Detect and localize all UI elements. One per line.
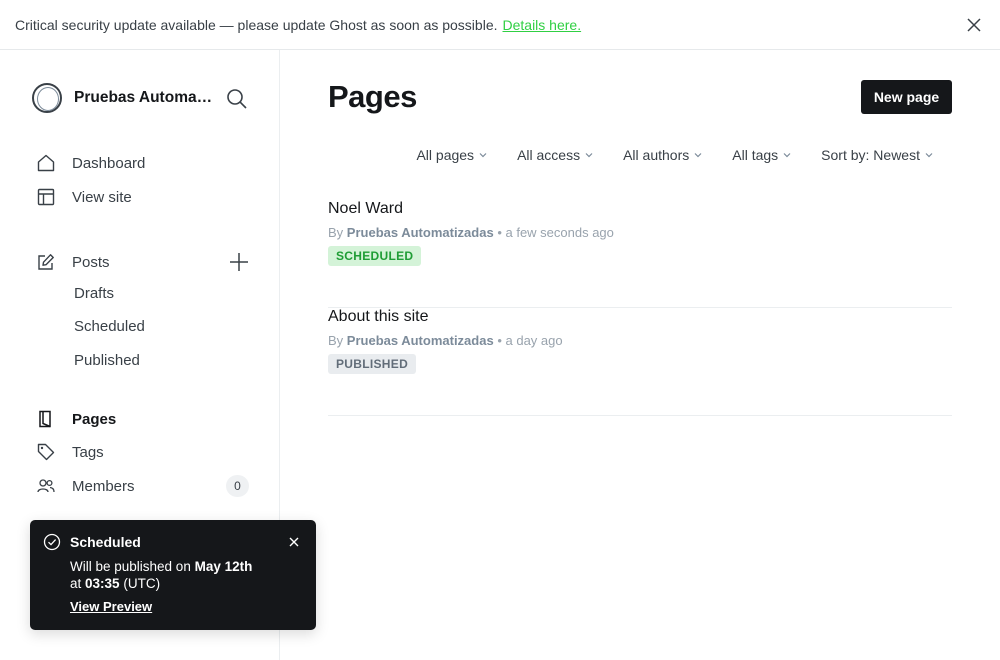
- toast-time: 03:35: [85, 576, 120, 591]
- nav-members[interactable]: Members: [36, 474, 252, 498]
- home-icon: [36, 153, 56, 173]
- members-icon: [36, 476, 56, 496]
- page-item-meta: By Pruebas Automatizadas • a day ago: [328, 333, 563, 348]
- close-icon[interactable]: [964, 15, 984, 35]
- nav-label: Dashboard: [72, 154, 146, 172]
- nav-drafts[interactable]: Drafts: [74, 285, 114, 307]
- toast-title: Scheduled: [70, 534, 141, 550]
- page-item-title: Noel Ward: [328, 200, 403, 217]
- page-item-title: About this site: [328, 308, 429, 325]
- close-icon[interactable]: [286, 534, 302, 550]
- chevron-down-icon: [925, 151, 933, 159]
- nav-scheduled[interactable]: Scheduled: [74, 318, 145, 340]
- nav-label: Members: [72, 477, 135, 495]
- filter-label: All pages: [416, 147, 475, 163]
- banner-message: Critical security update available — ple…: [15, 16, 498, 33]
- filter-tags[interactable]: All tags: [732, 147, 791, 163]
- view-preview-link[interactable]: View Preview: [70, 599, 152, 614]
- filter-label: Sort by: Newest: [821, 147, 920, 163]
- page-title: Pages: [328, 79, 417, 114]
- filter-label: All access: [517, 147, 581, 163]
- page-item-meta: By Pruebas Automatizadas • a few seconds…: [328, 225, 614, 240]
- filter-label: All authors: [623, 147, 690, 163]
- filter-bar: All pages All access All authors All tag…: [416, 144, 933, 166]
- chevron-down-icon: [783, 151, 791, 159]
- scheduled-toast: Scheduled Will be published on May 12th …: [30, 520, 316, 630]
- page-list-item[interactable]: Noel Ward By Pruebas Automatizadas • a f…: [328, 200, 952, 308]
- nav-label: Posts: [72, 253, 110, 271]
- nav-label: Pages: [72, 410, 117, 428]
- page-item-time: • a few seconds ago: [497, 225, 614, 240]
- nav-label: Tags: [72, 443, 104, 461]
- filter-type[interactable]: All pages: [416, 147, 487, 163]
- page-item-author: Pruebas Automatizadas: [346, 225, 494, 240]
- filter-authors[interactable]: All authors: [623, 147, 702, 163]
- site-logo: [32, 83, 62, 113]
- page-item-time: • a day ago: [497, 333, 563, 348]
- site-name: Pruebas Automatizadas: [74, 89, 214, 106]
- toast-message: Will be published on May 12th at 03:35 (…: [70, 559, 253, 591]
- filter-sort[interactable]: Sort by: Newest: [821, 147, 933, 163]
- chevron-down-icon: [479, 151, 487, 159]
- search-icon[interactable]: [226, 88, 248, 110]
- page-item-author: Pruebas Automatizadas: [346, 333, 494, 348]
- browser-icon: [36, 187, 56, 207]
- chevron-down-icon: [694, 151, 702, 159]
- status-badge: PUBLISHED: [328, 354, 417, 374]
- banner-details-link[interactable]: Details here.: [503, 17, 582, 33]
- nav-dashboard[interactable]: Dashboard: [36, 151, 252, 175]
- page-icon: [36, 409, 56, 429]
- new-page-button[interactable]: New page: [861, 80, 952, 114]
- tag-icon: [36, 442, 56, 462]
- edit-icon: [36, 252, 56, 272]
- nav-view-site[interactable]: View site: [36, 185, 252, 209]
- members-count-badge: 0: [226, 475, 249, 497]
- add-post-icon[interactable]: [228, 251, 250, 273]
- filter-label: All tags: [732, 147, 779, 163]
- security-banner: Critical security update available — ple…: [0, 0, 1000, 50]
- toast-date: May 12th: [194, 559, 253, 574]
- nav-pages[interactable]: Pages: [36, 407, 252, 431]
- check-circle-icon: [43, 533, 61, 551]
- status-badge: SCHEDULED: [328, 246, 422, 266]
- nav-label: View site: [72, 188, 132, 206]
- page-list-item[interactable]: About this site By Pruebas Automatizadas…: [328, 308, 952, 416]
- nav-tags[interactable]: Tags: [36, 440, 252, 464]
- site-header[interactable]: Pruebas Automatizadas: [32, 82, 252, 114]
- filter-access[interactable]: All access: [517, 147, 593, 163]
- nav-posts[interactable]: Posts: [36, 250, 252, 274]
- nav-published[interactable]: Published: [74, 352, 140, 374]
- chevron-down-icon: [585, 151, 593, 159]
